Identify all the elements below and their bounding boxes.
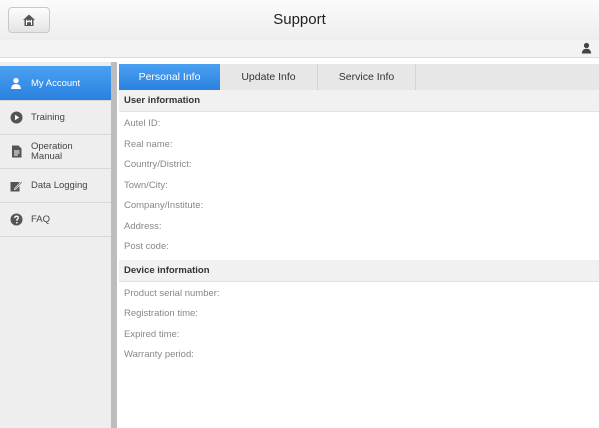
status-subbar	[0, 40, 599, 58]
tab-bar: Personal Info Update Info Service Info	[119, 64, 599, 90]
field-warranty-period: Warranty period:	[124, 349, 194, 360]
sidebar-item-label: Data Logging	[31, 180, 88, 191]
field-real-name: Real name:	[124, 138, 173, 150]
field-country-district: Country/District:	[124, 159, 192, 170]
sidebar-item-label: Training	[31, 112, 65, 123]
field-product-serial-number: Product serial number:	[124, 287, 220, 299]
field-address: Address:	[124, 220, 162, 232]
device-information-heading: Device information	[119, 259, 599, 282]
user-icon	[9, 76, 23, 90]
field-registration-time: Registration time:	[124, 308, 198, 319]
field-expired-time: Expired time:	[124, 328, 180, 340]
sidebar-item-training[interactable]: Training	[0, 101, 111, 135]
sidebar-item-label: FAQ	[31, 214, 51, 225]
sidebar-item-label-line2: Manual	[31, 150, 63, 162]
help-icon	[9, 213, 23, 227]
sidebar-item-my-account[interactable]: My Account	[0, 66, 111, 101]
title-bar: Support	[0, 0, 599, 41]
edit-icon	[9, 179, 23, 193]
sidebar-item-faq[interactable]: FAQ	[0, 203, 111, 237]
tab-update-info[interactable]: Update Info	[220, 64, 318, 90]
field-post-code: Post code:	[124, 241, 169, 252]
document-icon	[9, 145, 23, 159]
sidebar-item-data-logging[interactable]: Data Logging	[0, 169, 111, 203]
field-company-institute: Company/Institute:	[124, 200, 204, 211]
sidebar-item-label: My Account	[31, 77, 81, 89]
play-icon	[9, 111, 23, 125]
field-autel-id: Autel ID:	[124, 118, 161, 129]
tab-personal-info[interactable]: Personal Info	[119, 64, 220, 90]
tab-service-info[interactable]: Service Info	[318, 64, 416, 90]
content-panel: User information Autel ID: Real name: Co…	[119, 90, 599, 428]
user-icon[interactable]	[581, 42, 592, 54]
field-town-city: Town/City:	[124, 179, 168, 191]
sidebar-item-operation-manual[interactable]: Operation Manual	[0, 135, 111, 169]
page-title: Support	[273, 11, 326, 28]
user-information-heading: User information	[119, 90, 599, 112]
sidebar-item-label: Operation Manual	[31, 141, 73, 162]
sidebar: My Account Training Operation Manual Dat…	[0, 62, 117, 428]
